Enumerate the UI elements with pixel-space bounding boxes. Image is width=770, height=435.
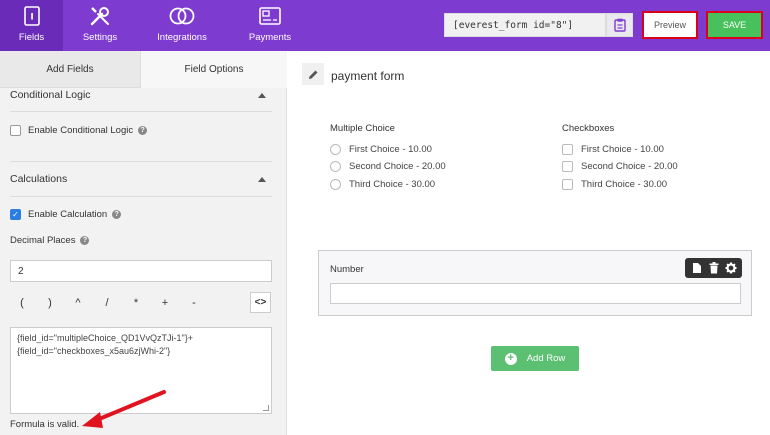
option-label: Second Choice - 20.00 (349, 161, 446, 172)
decimal-places-label-row: Decimal Places ? (10, 235, 90, 246)
divider (10, 196, 272, 197)
save-button[interactable]: SAVE (706, 11, 763, 39)
nav-integrations[interactable]: Integrations (137, 0, 227, 51)
tab-field-options[interactable]: Field Options (141, 51, 287, 88)
edit-title-button[interactable] (302, 63, 324, 85)
add-row-label: Add Row (526, 353, 566, 364)
enable-calculation-row[interactable]: ✓ Enable Calculation ? (10, 209, 122, 220)
pencil-icon (308, 70, 317, 79)
collapse-caret-icon[interactable] (258, 92, 266, 98)
option-label: Third Choice - 30.00 (581, 179, 668, 190)
multiple-choice-option[interactable]: First Choice - 10.00 (330, 144, 432, 155)
field-toolbar (685, 258, 742, 278)
enable-calculation-label: Enable Calculation (28, 209, 108, 220)
operator-open-paren-button[interactable]: ( (11, 292, 33, 314)
number-field-label: Number (330, 264, 364, 275)
operator-close-paren-button[interactable]: ) (39, 292, 61, 314)
clipboard-icon (613, 18, 626, 32)
shortcode-field[interactable]: [everest_form id="8"] (444, 13, 606, 37)
top-nav: I Fields Settings Integrations Payments (0, 0, 313, 51)
fields-icon: I (23, 5, 40, 27)
help-icon[interactable]: ? (80, 236, 90, 245)
payments-icon (259, 5, 281, 27)
enable-calculation-checkbox[interactable]: ✓ (10, 209, 21, 220)
operator-minus-button[interactable]: - (183, 292, 205, 314)
integrations-icon (169, 5, 195, 27)
enable-conditional-logic-label: Enable Conditional Logic (28, 125, 134, 136)
preview-button[interactable]: Preview (642, 11, 698, 39)
nav-payments[interactable]: Payments (227, 0, 313, 51)
trash-icon[interactable] (706, 260, 722, 276)
operator-divide-button[interactable]: / (96, 292, 118, 314)
form-canvas (288, 51, 770, 435)
operator-power-button[interactable]: ^ (67, 292, 89, 314)
svg-text:I: I (30, 13, 33, 23)
option-label: First Choice - 10.00 (581, 144, 664, 155)
conditional-logic-header[interactable]: Conditional Logic (10, 89, 272, 101)
calculations-header[interactable]: Calculations (10, 173, 272, 185)
formula-line-1: {field_id="multipleChoice_QD1VvQzTJi-1"}… (17, 333, 193, 343)
checkbox-option[interactable]: First Choice - 10.00 (562, 144, 664, 155)
nav-payments-label: Payments (248, 32, 292, 43)
panel-tabs: Add Fields Field Options (0, 51, 287, 88)
checkbox-option[interactable]: Third Choice - 30.00 (562, 179, 667, 190)
resize-handle-icon[interactable] (263, 405, 269, 411)
radio-button[interactable] (330, 144, 341, 155)
duplicate-icon[interactable] (689, 260, 705, 276)
formula-valid-message: Formula is valid. (10, 419, 80, 430)
checkbox[interactable] (562, 144, 573, 155)
help-icon[interactable]: ? (112, 210, 122, 219)
operator-multiply-button[interactable]: * (125, 292, 147, 314)
option-label: Second Choice - 20.00 (581, 161, 678, 172)
number-field-input[interactable] (330, 283, 741, 304)
option-label: Third Choice - 30.00 (349, 179, 436, 190)
conditional-logic-title: Conditional Logic (10, 89, 91, 101)
red-arrow-annotation (82, 390, 166, 428)
form-title: payment form (331, 69, 405, 83)
collapse-caret-icon[interactable] (258, 176, 266, 182)
nav-settings[interactable]: Settings (63, 0, 137, 51)
checkboxes-title: Checkboxes (562, 123, 615, 134)
enable-conditional-logic-row[interactable]: Enable Conditional Logic ? (10, 125, 148, 136)
field-picker-button[interactable]: <> (250, 292, 271, 313)
divider (10, 161, 272, 162)
help-icon[interactable]: ? (138, 126, 148, 135)
nav-fields-label: Fields (18, 32, 45, 43)
formula-line-2: {field_id="checkboxes_x5au6zjWhi-2"} (17, 346, 171, 356)
nav-settings-label: Settings (82, 32, 118, 43)
option-label: First Choice - 10.00 (349, 144, 432, 155)
add-row-button[interactable]: + Add Row (491, 346, 579, 371)
checkbox[interactable] (562, 179, 573, 190)
copy-shortcode-button[interactable] (606, 13, 633, 37)
multiple-choice-title: Multiple Choice (330, 123, 395, 134)
radio-button[interactable] (330, 179, 341, 190)
enable-conditional-logic-checkbox[interactable] (10, 125, 21, 136)
checkbox[interactable] (562, 161, 573, 172)
plus-circle-icon: + (504, 352, 517, 365)
tab-add-fields[interactable]: Add Fields (0, 51, 141, 88)
tools-icon (88, 5, 112, 27)
radio-button[interactable] (330, 161, 341, 172)
nav-integrations-label: Integrations (157, 32, 207, 43)
operator-plus-button[interactable]: + (154, 292, 176, 314)
decimal-places-label: Decimal Places (10, 235, 76, 246)
checkbox-option[interactable]: Second Choice - 20.00 (562, 161, 678, 172)
calculations-title: Calculations (10, 173, 68, 185)
gear-icon[interactable] (723, 260, 739, 276)
divider (10, 111, 272, 112)
multiple-choice-option[interactable]: Third Choice - 30.00 (330, 179, 435, 190)
nav-fields[interactable]: I Fields (0, 0, 63, 51)
multiple-choice-option[interactable]: Second Choice - 20.00 (330, 161, 446, 172)
decimal-places-input[interactable]: 2 (10, 260, 272, 282)
